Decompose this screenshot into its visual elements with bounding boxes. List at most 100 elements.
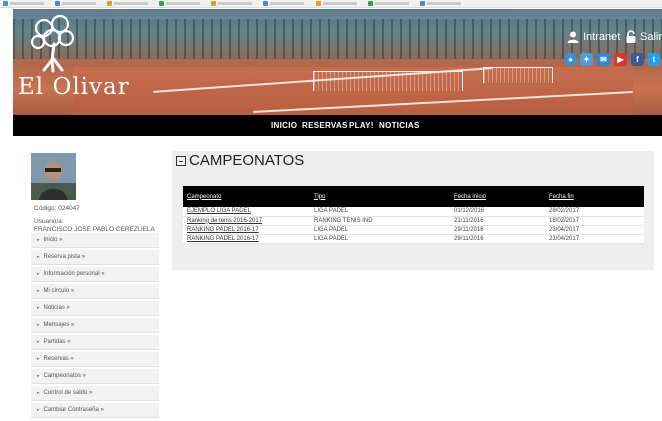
chevron-right-icon: ▸ [37, 339, 40, 345]
sidebar-item-label: Mi círculo » [43, 288, 75, 294]
chevron-right-icon: ▸ [37, 356, 40, 362]
championship-type: LIGA PADEL [310, 225, 450, 235]
nav-item-noticias[interactable]: NOTICIAS [379, 121, 420, 130]
intranet-link[interactable]: Intranet [566, 30, 620, 44]
chevron-right-icon: ▸ [37, 271, 40, 277]
championships-table: Campeonato Tipo Fecha inicio Fecha fin E… [183, 186, 644, 244]
bookmark-item[interactable] [55, 0, 97, 7]
sidebar-item-label: Información personal » [43, 271, 105, 277]
championship-start-date: 01/12/2016 [450, 207, 545, 217]
avatar[interactable] [31, 153, 76, 200]
sidebar-item-label: Reserva pista » [43, 254, 86, 260]
court-net [483, 67, 553, 83]
chevron-right-icon: ▸ [37, 305, 40, 311]
sidebar-item-control-de-saldo[interactable]: ▸ Control de saldo » [31, 386, 159, 401]
championship-type: LIGA PADEL [310, 234, 450, 244]
user-label: Usuario/a: [34, 218, 64, 225]
column-header-fecha-fin[interactable]: Fecha fin [545, 186, 644, 207]
sidebar-item-informacion-personal[interactable]: ▸ Información personal » [31, 267, 159, 282]
championship-start-date: 21/11/2016 [450, 216, 545, 226]
column-header-tipo[interactable]: Tipo [310, 186, 450, 207]
user-photo-icon [31, 153, 76, 200]
facebook-icon[interactable]: f [631, 53, 644, 66]
sidebar-item-label: Noticias » [43, 305, 70, 311]
championship-name-link[interactable]: RANKING PADEL 2016-17 [183, 225, 310, 235]
page-title: CAMPEONATOS [176, 152, 304, 169]
championship-end-date: 28/02/2017 [545, 207, 644, 217]
maps-icon[interactable]: ✦ [580, 53, 593, 66]
championship-type: RANKING TENIS IND [310, 216, 450, 226]
logout-label: Salir [640, 31, 662, 43]
bookmark-item[interactable] [263, 0, 305, 7]
bookmark-item[interactable] [315, 0, 357, 7]
table-header-row: Campeonato Tipo Fecha inicio Fecha fin [183, 186, 644, 207]
sidebar-menu: ▸ Inicio » ▸ Reserva pista » ▸ Información … [31, 233, 159, 420]
nav-item-inicio[interactable]: INICIO [271, 121, 297, 130]
table-row: RANKING PADEL 2016-17 LIGA PADEL 29/11/2… [183, 225, 644, 235]
sidebar-item-label: Reservas » [43, 356, 74, 362]
championship-name-link[interactable]: Ranking de tenis 2016-2017 [183, 216, 310, 226]
sidebar-item-mensajes[interactable]: ▸ Mensajes » [31, 318, 159, 333]
nav-item-play[interactable]: PLAY! [349, 121, 374, 130]
bookmark-item[interactable] [3, 0, 44, 7]
table-row: EJEMPLO LIGA PADEL LIGA PADEL 01/12/2016… [183, 207, 644, 217]
chevron-right-icon: ▸ [37, 254, 40, 260]
sidebar-item-label: Campeonatos » [43, 373, 86, 379]
sidebar-item-partidas[interactable]: ▸ Partidas » [31, 335, 159, 350]
championship-type: LIGA PADEL [310, 207, 450, 217]
sidebar-item-label: Mensajes » [43, 322, 75, 328]
app-icon[interactable]: ● [564, 53, 577, 66]
bookmark-item[interactable] [367, 0, 409, 7]
sidebar-item-reserva-pista[interactable]: ▸ Reserva pista » [31, 250, 159, 265]
sidebar-item-campeonatos[interactable]: ▸ Campeonatos » [31, 369, 159, 384]
lock-icon [626, 30, 636, 43]
user-info: Usuario/a: FRANCISCO JOSE PABLO CEREZUEL… [34, 218, 155, 233]
chevron-right-icon: ▸ [37, 373, 40, 379]
column-header-campeonato[interactable]: Campeonato [183, 186, 310, 207]
chevron-right-icon: ▸ [37, 390, 40, 396]
nav-item-reservas[interactable]: RESERVAS [302, 121, 348, 130]
chevron-right-icon: ▸ [37, 288, 40, 294]
banner-fence-image [13, 19, 662, 59]
sidebar-item-label: Control de saldo » [43, 390, 93, 396]
sidebar-item-reservas[interactable]: ▸ Reservas » [31, 352, 159, 367]
table-row: Ranking de tenis 2016-2017 RANKING TENIS… [183, 216, 644, 226]
sidebar-item-label: Inicio » [43, 237, 63, 243]
bookmark-item[interactable] [159, 0, 201, 7]
bookmark-item[interactable] [211, 0, 253, 7]
olive-tree-logo-icon[interactable] [26, 14, 82, 74]
chevron-right-icon: ▸ [37, 407, 40, 413]
sidebar-item-label: Cambiar Contraseña » [43, 407, 104, 413]
chevron-right-icon: ▸ [37, 322, 40, 328]
browser-bookmarks-bar [0, 0, 662, 8]
site-logo-text[interactable]: El Olivar [18, 74, 130, 100]
sidebar-item-cambiar-contrasena[interactable]: ▸ Cambiar Contraseña » [31, 403, 159, 418]
championship-end-date: 18/02/2017 [545, 216, 644, 226]
championship-end-date: 23/04/2017 [545, 234, 644, 244]
bookmark-item[interactable] [107, 0, 149, 7]
user-code: Código: 024047 [34, 205, 80, 212]
championship-name-link[interactable]: RANKING PADEL 2016-17 [183, 234, 310, 244]
page-title-text: CAMPEONATOS [189, 152, 305, 169]
user-icon [567, 31, 579, 43]
main-nav: INICIO RESERVAS PLAY! NOTICIAS [13, 115, 662, 136]
twitter-icon[interactable]: t [648, 53, 660, 66]
championship-start-date: 29/11/2016 [450, 234, 545, 244]
sidebar-item-label: Partidas » [43, 339, 71, 345]
youtube-icon[interactable]: ▶ [614, 53, 627, 66]
table-row: RANKING PADEL 2016-17 LIGA PADEL 29/11/2… [183, 234, 644, 244]
intranet-label: Intranet [583, 31, 621, 43]
bookmark-item[interactable] [419, 0, 461, 7]
court-net [313, 71, 463, 91]
championship-end-date: 23/04/2017 [545, 225, 644, 235]
chevron-right-icon: ▸ [37, 237, 40, 243]
logout-link[interactable]: Salir [625, 30, 662, 44]
championship-start-date: 29/11/2016 [450, 225, 545, 235]
mail-icon[interactable]: ✉ [597, 53, 610, 66]
collapse-icon[interactable] [176, 155, 186, 166]
sidebar-item-inicio[interactable]: ▸ Inicio » [31, 233, 159, 248]
sidebar-item-noticias[interactable]: ▸ Noticias » [31, 301, 159, 316]
championship-name-link[interactable]: EJEMPLO LIGA PADEL [183, 207, 310, 217]
column-header-fecha-inicio[interactable]: Fecha inicio [450, 186, 545, 207]
sidebar-item-mi-circulo[interactable]: ▸ Mi círculo » [31, 284, 159, 299]
